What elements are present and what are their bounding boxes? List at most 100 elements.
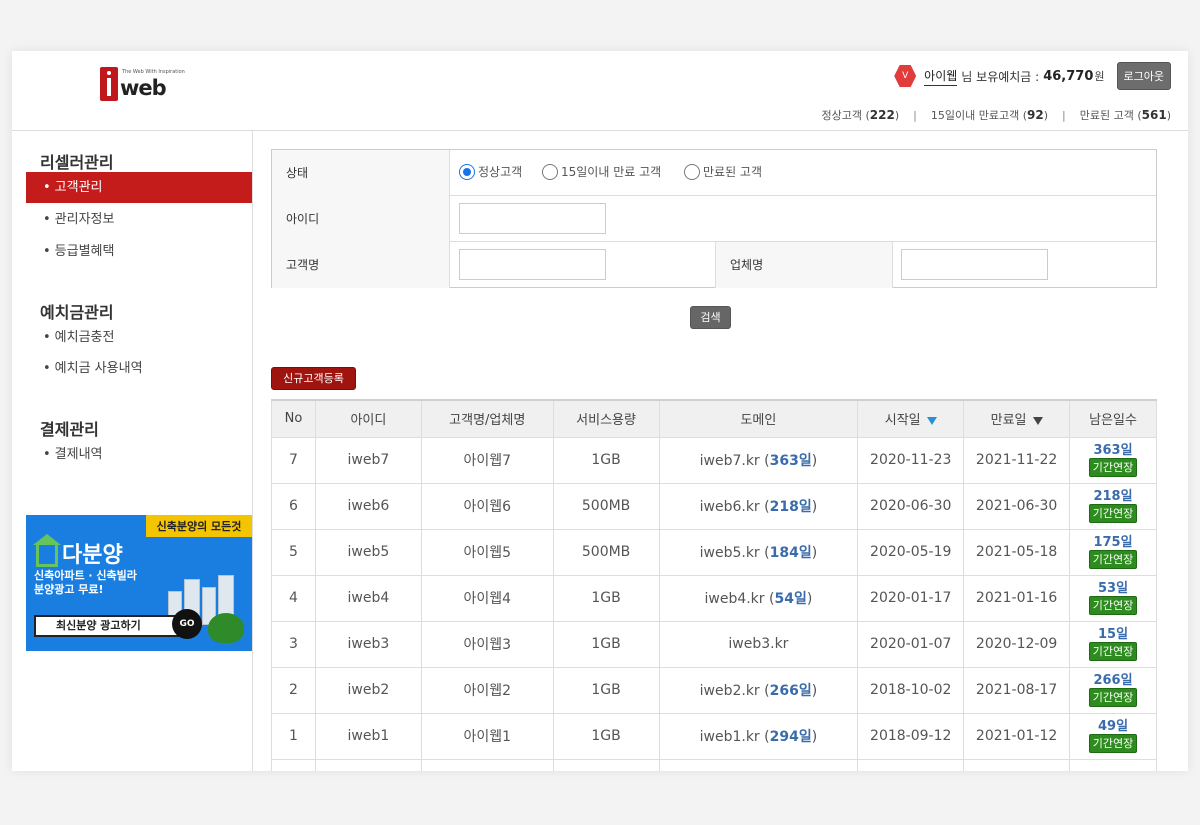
extend-button[interactable]: 기간연장	[1088, 642, 1138, 661]
extend-button[interactable]: 기간연장	[1088, 458, 1138, 477]
cell-end-date: 2021-01-16	[963, 574, 1071, 622]
cell-end-date: 2021-08-17	[963, 666, 1071, 714]
cell-start-date: 2020-01-07	[857, 620, 965, 668]
cell-remaining: 175일 기간연장	[1069, 528, 1157, 576]
cell-domain[interactable]: iweb3.kr	[658, 620, 859, 668]
radio-expiring[interactable]: 15일이내 만료 고객	[542, 163, 661, 180]
cell-domain[interactable]: iweb2.kr (266일)	[658, 666, 859, 714]
cell-id: iweb6	[314, 482, 422, 530]
sort-desc-icon[interactable]	[1032, 416, 1043, 425]
extend-button[interactable]: 기간연장	[1088, 688, 1138, 707]
table-row[interactable]: 4 iweb4 아이웹4 1GB iweb4.kr (54일) 2020-01-17 202…	[271, 574, 1157, 622]
table-row[interactable]: 3 iweb3 아이웹3 1GB iweb3.kr 2020-01-07 2020-12-0…	[271, 620, 1157, 668]
search-button[interactable]: 검색	[690, 306, 731, 329]
cell-domain[interactable]: iweb6.kr (218일)	[658, 482, 859, 530]
status-label: 상태	[272, 150, 450, 196]
cell-name: 아이웹4	[420, 574, 554, 622]
cell-id: iweb5	[314, 528, 422, 576]
search-form: 상태 정상고객 15일이내 만료 고객 만료된 고객 아이디 고객명 업체명	[271, 149, 1157, 288]
radio-unchecked-icon	[542, 163, 558, 180]
radio-normal[interactable]: 정상고객	[459, 163, 522, 180]
header: The Web With Inspiration web V 아이웹 님 보유예…	[12, 51, 1188, 131]
cell-capacity: 500MB	[552, 482, 660, 530]
cell-no: 7	[271, 436, 316, 484]
count-expired[interactable]: 만료된 고객 (561)	[1080, 107, 1171, 123]
sidebar: 리셀러관리 • 고객관리 • 관리자정보 • 등급별혜택 예치금관리 • 예치금충전 •…	[12, 131, 253, 771]
cell-start-date: 2020-01-17	[857, 574, 965, 622]
cell-domain[interactable]: iweb5.kr (184일)	[658, 528, 859, 576]
table-row[interactable]: 6 iweb6 아이웹6 500MB iweb6.kr (218일) 2020-06-30…	[271, 482, 1157, 530]
divider: |	[913, 108, 917, 122]
extend-button[interactable]: 기간연장	[1088, 504, 1138, 523]
cell-domain[interactable]: iweb7.kr (363일)	[658, 436, 859, 484]
banner-brand: 다분양	[33, 534, 123, 569]
cell-name: 아이웹6	[420, 482, 554, 530]
cell-capacity: 1GB	[552, 574, 660, 622]
col-end-date[interactable]: 만료일	[963, 399, 1071, 438]
remaining-days: 53일	[1097, 581, 1129, 596]
tree-illustration	[208, 613, 244, 643]
cell-no: 4	[271, 574, 316, 622]
cell-domain[interactable]: iweb1.kr (294일)	[658, 712, 859, 760]
cell-capacity: 1GB	[552, 436, 660, 484]
name-row: 고객명 업체명	[272, 242, 1156, 288]
cell-id: iweb2	[314, 666, 422, 714]
count-expiring[interactable]: 15일이내 만료고객 (92)	[931, 107, 1048, 123]
logout-button[interactable]: 로그아웃	[1116, 62, 1171, 90]
sidebar-item-deposit-charge[interactable]: • 예치금충전	[26, 322, 252, 353]
cell-no: 2	[271, 666, 316, 714]
sidebar-item-payment-history[interactable]: • 결제내역	[26, 439, 252, 470]
table-row[interactable]: 2 iweb2 아이웹2 1GB iweb2.kr (266일) 2018-10-02 20…	[271, 666, 1157, 714]
cell-capacity: 1GB	[552, 620, 660, 668]
cell-id: iweb7	[314, 436, 422, 484]
extend-button[interactable]: 기간연장	[1088, 550, 1138, 569]
user-info: V 아이웹 님 보유예치금 : 46,770 원 로그아웃	[894, 62, 1171, 90]
cell-no: 3	[271, 620, 316, 668]
cell-name: 아이웹3	[420, 620, 554, 668]
cell-remaining: 218일 기간연장	[1069, 482, 1157, 530]
table-row[interactable]: 1 iweb1 아이웹1 1GB iweb1.kr (294일) 2018-09-12 20…	[271, 712, 1157, 760]
currency-label: 원	[1094, 70, 1105, 83]
cell-end-date: 2021-11-22	[963, 436, 1071, 484]
cell-start-date: 2020-06-30	[857, 482, 965, 530]
register-customer-button[interactable]: 신규고객등록	[271, 367, 356, 390]
col-no: No	[271, 399, 316, 438]
sidebar-item-admin-info[interactable]: • 관리자정보	[26, 204, 252, 235]
col-name: 고객명/업체명	[420, 399, 554, 438]
radio-checked-icon	[459, 163, 475, 180]
cell-domain[interactable]: iweb4.kr (54일)	[658, 574, 859, 622]
cell-remaining: 363일 기간연장	[1069, 436, 1157, 484]
radio-expired[interactable]: 만료된 고객	[684, 163, 762, 180]
sidebar-item-grade-benefits[interactable]: • 등급별혜택	[26, 236, 252, 267]
company-label: 업체명	[715, 242, 893, 288]
cell-start-date: 2020-05-19	[857, 528, 965, 576]
user-name[interactable]: 아이웹	[924, 67, 958, 86]
ad-banner[interactable]: 신축분양의 모든것 다분양 신축아파트 · 신축빌라 분양광고 무료! 최신분양 …	[26, 515, 252, 651]
cell-capacity: 1GB	[552, 712, 660, 760]
sidebar-item-customers[interactable]: • 고객관리	[26, 172, 252, 203]
extend-button[interactable]: 기간연장	[1088, 596, 1138, 615]
cell-capacity: 1GB	[552, 666, 660, 714]
remaining-days: 49일	[1097, 719, 1129, 734]
id-input[interactable]	[459, 203, 606, 234]
sort-desc-icon[interactable]	[926, 416, 937, 425]
logo-i-mark	[100, 67, 118, 101]
company-input[interactable]	[901, 249, 1048, 280]
go-button[interactable]: GO	[172, 609, 202, 639]
divider: |	[1062, 108, 1066, 122]
extend-button[interactable]: 기간연장	[1088, 734, 1138, 753]
table-row[interactable]: 5 iweb5 아이웹5 500MB iweb5.kr (184일) 2020-05-19…	[271, 528, 1157, 576]
col-capacity: 서비스용량	[552, 399, 660, 438]
grade-badge-icon: V	[894, 65, 917, 87]
iweb-logo[interactable]: The Web With Inspiration web	[100, 67, 185, 103]
count-normal[interactable]: 정상고객 (222)	[822, 107, 900, 123]
cell-remaining: 266일 기간연장	[1069, 666, 1157, 714]
cell-start-date: 2018-09-12	[857, 712, 965, 760]
sidebar-item-deposit-history[interactable]: • 예치금 사용내역	[26, 353, 252, 384]
cell-end-date: 2021-05-18	[963, 528, 1071, 576]
customer-name-input[interactable]	[459, 249, 606, 280]
cell-remaining: 15일 기간연장	[1069, 620, 1157, 668]
cell-end-date: 2021-06-30	[963, 482, 1071, 530]
col-start-date[interactable]: 시작일	[857, 399, 965, 438]
table-row[interactable]: 7 iweb7 아이웹7 1GB iweb7.kr (363일) 2020-11-23 20…	[271, 436, 1157, 484]
